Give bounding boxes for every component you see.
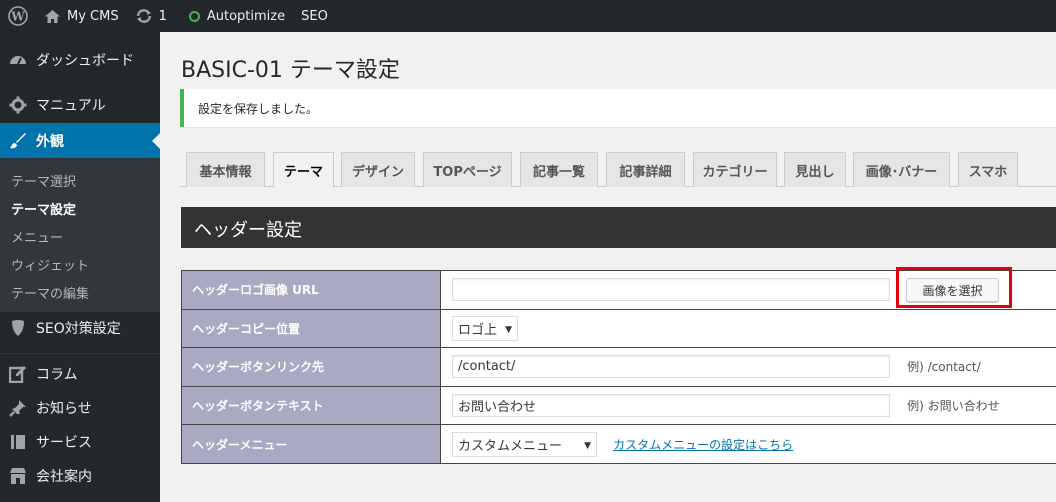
logo-url-cell: 画像を選択 xyxy=(440,270,1056,310)
notice-text: 設定を保存しました。 xyxy=(198,102,319,116)
menu-news[interactable]: お知らせ xyxy=(0,393,160,423)
button-link-input[interactable]: /contact/ xyxy=(452,355,890,379)
status-circle-icon xyxy=(188,10,200,22)
header-menu-cell: カスタムメニュー ▼ カスタムメニューの設定はこちら xyxy=(440,424,1056,464)
success-notice: 設定を保存しました。 xyxy=(180,89,1056,127)
settings-tabs: 基本情報 テーマ デザイン TOPページ 記事一覧 記事詳細 カテゴリー 見出し… xyxy=(180,150,1056,188)
header-menu-label: ヘッダーメニュー xyxy=(181,424,441,464)
menu-manual-label: マニュアル xyxy=(36,98,106,114)
dropdown-arrow-icon: ▼ xyxy=(505,324,512,335)
header-menu-value: カスタムメニュー xyxy=(458,438,563,454)
menu-company[interactable]: 会社案内 xyxy=(0,461,160,491)
book-icon xyxy=(8,432,28,452)
submenu-theme-editor[interactable]: テーマの編集 xyxy=(11,283,89,302)
current-indicator-arrow xyxy=(152,132,160,149)
button-text-cell: お問い合わせ 例) お問い合わせ xyxy=(440,385,1056,426)
table-row: ヘッダーボタンリンク先 /contact/ 例) /contact/ xyxy=(181,347,1056,387)
updates-icon xyxy=(135,8,153,24)
site-name-link[interactable]: My CMS xyxy=(36,0,127,32)
menu-seo-settings-label: SEO対策設定 xyxy=(36,321,121,337)
button-text-example: 例) お問い合わせ xyxy=(907,399,1000,414)
pin-icon xyxy=(8,398,28,418)
button-link-label: ヘッダーボタンリンク先 xyxy=(181,347,441,387)
site-name-label: My CMS xyxy=(67,8,119,24)
tab-category[interactable]: カテゴリー xyxy=(693,152,777,187)
tab-basic-info[interactable]: 基本情報 xyxy=(186,152,265,187)
menu-manual[interactable]: マニュアル xyxy=(0,90,160,120)
menu-seo-settings[interactable]: SEO対策設定 xyxy=(0,313,160,343)
menu-column[interactable]: コラム xyxy=(0,359,160,389)
copy-position-label: ヘッダーコピー位置 xyxy=(181,308,441,349)
tab-theme[interactable]: テーマ xyxy=(273,152,334,188)
tab-article-list[interactable]: 記事一覧 xyxy=(520,152,598,187)
menu-separator xyxy=(0,353,160,354)
gear-icon xyxy=(8,95,28,115)
logo-url-label: ヘッダーロゴ画像 URL xyxy=(181,270,441,310)
button-text-input[interactable]: お問い合わせ xyxy=(452,394,890,418)
menu-news-label: お知らせ xyxy=(36,401,92,417)
wordpress-logo-icon[interactable]: W xyxy=(0,0,36,32)
menu-service[interactable]: サービス xyxy=(0,427,160,457)
menu-company-label: 会社案内 xyxy=(36,469,92,485)
dashboard-icon xyxy=(8,50,28,70)
tab-design[interactable]: デザイン xyxy=(341,152,415,187)
button-link-cell: /contact/ 例) /contact/ xyxy=(440,347,1056,387)
menu-appearance-label: 外観 xyxy=(36,133,64,150)
submenu-menus[interactable]: メニュー xyxy=(11,227,63,246)
menu-column-label: コラム xyxy=(36,367,78,383)
svg-text:W: W xyxy=(10,10,25,24)
header-settings-table: ヘッダーロゴ画像 URL 画像を選択 ヘッダーコピー位置 ロゴ上 ▼ ヘッダーボ… xyxy=(181,270,1056,464)
updates-count: 1 xyxy=(158,8,167,24)
admin-bar: W My CMS 1 Autoptimize SEO xyxy=(0,0,1056,32)
menu-appearance[interactable]: 外観 xyxy=(0,123,160,158)
tab-article-detail[interactable]: 記事詳細 xyxy=(606,152,685,187)
table-row: ヘッダーロゴ画像 URL 画像を選択 xyxy=(181,270,1056,310)
table-row: ヘッダーメニュー カスタムメニュー ▼ カスタムメニューの設定はこちら xyxy=(181,424,1056,464)
tab-top-page[interactable]: TOPページ xyxy=(423,152,512,187)
copy-position-value: ロゴ上 xyxy=(458,322,498,338)
page-title: BASIC-01 テーマ設定 xyxy=(181,58,400,83)
logo-url-input[interactable] xyxy=(452,278,890,302)
custom-menu-settings-link[interactable]: カスタムメニューの設定はこちら xyxy=(613,438,793,452)
tab-smartphone[interactable]: スマホ xyxy=(958,152,1018,187)
menu-dashboard[interactable]: ダッシュボード xyxy=(0,45,160,75)
menu-dashboard-label: ダッシュボード xyxy=(36,53,134,69)
edit-post-icon xyxy=(8,364,28,384)
seo-label: SEO xyxy=(301,8,328,24)
autoptimize-label: Autoptimize xyxy=(206,8,286,24)
button-link-example: 例) /contact/ xyxy=(907,360,981,375)
main-content: BASIC-01 テーマ設定 設定を保存しました。 基本情報 テーマ デザイン … xyxy=(160,32,1056,502)
button-text-label: ヘッダーボタンテキスト xyxy=(181,385,441,426)
store-icon xyxy=(8,466,28,486)
menu-service-label: サービス xyxy=(36,435,92,451)
copy-position-cell: ロゴ上 ▼ xyxy=(440,308,1056,349)
submenu-widgets[interactable]: ウィジェット xyxy=(11,255,89,274)
dropdown-arrow-icon: ▼ xyxy=(584,440,591,451)
admin-sidebar: ダッシュボード マニュアル 外観 テーマ選択 テーマ設定 メニュー ウィジェット… xyxy=(0,32,160,502)
appearance-submenu: テーマ選択 テーマ設定 メニュー ウィジェット テーマの編集 xyxy=(0,158,160,312)
updates-link[interactable]: 1 xyxy=(127,0,175,32)
shield-icon xyxy=(8,318,28,338)
table-row: ヘッダーボタンテキスト お問い合わせ 例) お問い合わせ xyxy=(181,385,1056,426)
submenu-theme-settings[interactable]: テーマ設定 xyxy=(11,199,76,218)
section-header: ヘッダー設定 xyxy=(181,207,1056,248)
table-row: ヘッダーコピー位置 ロゴ上 ▼ xyxy=(181,308,1056,349)
paintbrush-icon xyxy=(8,131,28,151)
tab-images-banners[interactable]: 画像･バナー xyxy=(853,152,950,187)
home-icon xyxy=(44,9,61,24)
seo-link[interactable]: SEO xyxy=(293,0,336,32)
autoptimize-link[interactable]: Autoptimize xyxy=(181,0,293,32)
header-menu-select[interactable]: カスタムメニュー ▼ xyxy=(452,431,597,457)
copy-position-select[interactable]: ロゴ上 ▼ xyxy=(452,315,518,341)
submenu-theme-select[interactable]: テーマ選択 xyxy=(11,171,76,190)
select-image-button[interactable]: 画像を選択 xyxy=(906,278,999,302)
tab-headings[interactable]: 見出し xyxy=(784,152,846,187)
